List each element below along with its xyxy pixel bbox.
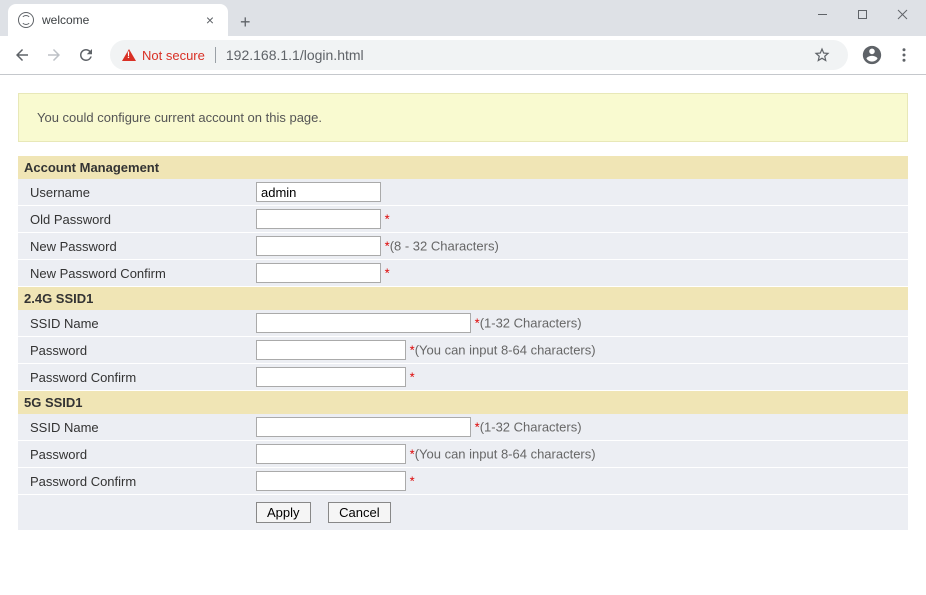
old-password-field[interactable] xyxy=(256,209,381,229)
hint-5g-ssid: (1-32 Characters) xyxy=(480,420,582,435)
row-24g-password: Password *(You can input 8-64 characters… xyxy=(18,337,908,364)
new-password-field[interactable] xyxy=(256,236,381,256)
label-24g-ssid: SSID Name xyxy=(18,310,248,337)
row-new-password-confirm: New Password Confirm * xyxy=(18,260,908,287)
hint-24g-ssid: (1-32 Characters) xyxy=(480,316,582,331)
username-field[interactable] xyxy=(256,182,381,202)
browser-tab[interactable]: welcome × xyxy=(8,4,228,36)
section-header-account: Account Management xyxy=(18,156,908,179)
info-message: You could configure current account on t… xyxy=(18,93,908,142)
window-controls xyxy=(802,0,922,28)
ssid-24g-password-confirm-field[interactable] xyxy=(256,367,406,387)
back-button[interactable] xyxy=(8,41,36,69)
tab-title: welcome xyxy=(42,13,194,27)
row-5g-password-confirm: Password Confirm * xyxy=(18,468,908,495)
row-old-password: Old Password * xyxy=(18,206,908,233)
apply-button[interactable]: Apply xyxy=(256,502,311,523)
label-new-password-confirm: New Password Confirm xyxy=(18,260,248,287)
ssid-24g-name-field[interactable] xyxy=(256,313,471,333)
required-indicator: * xyxy=(385,266,390,281)
url-text: 192.168.1.1/login.html xyxy=(226,47,798,63)
forward-button[interactable] xyxy=(40,41,68,69)
label-old-password: Old Password xyxy=(18,206,248,233)
bookmark-icon[interactable] xyxy=(808,41,836,69)
new-tab-button[interactable]: + xyxy=(228,8,263,36)
hint-24g-password: (You can input 8-64 characters) xyxy=(415,343,596,358)
label-5g-password: Password xyxy=(18,441,248,468)
new-password-confirm-field[interactable] xyxy=(256,263,381,283)
required-indicator: * xyxy=(410,474,415,489)
row-5g-password: Password *(You can input 8-64 characters… xyxy=(18,441,908,468)
required-indicator: * xyxy=(410,370,415,385)
account-icon[interactable] xyxy=(858,41,886,69)
reload-button[interactable] xyxy=(72,41,100,69)
security-label: Not secure xyxy=(142,48,205,63)
hint-5g-password: (You can input 8-64 characters) xyxy=(415,447,596,462)
required-indicator: * xyxy=(385,212,390,227)
divider xyxy=(215,47,216,63)
page-content: You could configure current account on t… xyxy=(0,75,926,548)
section-header-5g: 5G SSID1 xyxy=(18,391,908,415)
close-icon[interactable]: × xyxy=(202,12,218,28)
label-5g-password-confirm: Password Confirm xyxy=(18,468,248,495)
row-24g-password-confirm: Password Confirm * xyxy=(18,364,908,391)
browser-chrome: welcome × + Not secu xyxy=(0,0,926,75)
label-new-password: New Password xyxy=(18,233,248,260)
section-header-24g: 2.4G SSID1 xyxy=(18,287,908,311)
minimize-button[interactable] xyxy=(802,0,842,28)
close-window-button[interactable] xyxy=(882,0,922,28)
row-5g-ssid: SSID Name *(1-32 Characters) xyxy=(18,414,908,441)
cancel-button[interactable]: Cancel xyxy=(328,502,390,523)
row-new-password: New Password *(8 - 32 Characters) xyxy=(18,233,908,260)
ssid-5g-password-confirm-field[interactable] xyxy=(256,471,406,491)
hint-new-password: (8 - 32 Characters) xyxy=(390,239,499,254)
label-5g-ssid: SSID Name xyxy=(18,414,248,441)
maximize-button[interactable] xyxy=(842,0,882,28)
label-24g-password: Password xyxy=(18,337,248,364)
ssid-24g-password-field[interactable] xyxy=(256,340,406,360)
button-row: Apply Cancel xyxy=(18,495,908,531)
row-24g-ssid: SSID Name *(1-32 Characters) xyxy=(18,310,908,337)
label-username: Username xyxy=(18,179,248,206)
ssid-5g-password-field[interactable] xyxy=(256,444,406,464)
security-indicator[interactable]: Not secure xyxy=(122,48,205,63)
config-form: Account Management Username Old Password… xyxy=(18,156,908,530)
globe-icon xyxy=(18,12,34,28)
toolbar: Not secure 192.168.1.1/login.html xyxy=(0,36,926,74)
menu-icon[interactable] xyxy=(890,41,918,69)
warning-icon xyxy=(122,49,136,61)
ssid-5g-name-field[interactable] xyxy=(256,417,471,437)
address-bar[interactable]: Not secure 192.168.1.1/login.html xyxy=(110,40,848,70)
row-username: Username xyxy=(18,179,908,206)
label-24g-password-confirm: Password Confirm xyxy=(18,364,248,391)
tab-bar: welcome × + xyxy=(0,0,926,36)
